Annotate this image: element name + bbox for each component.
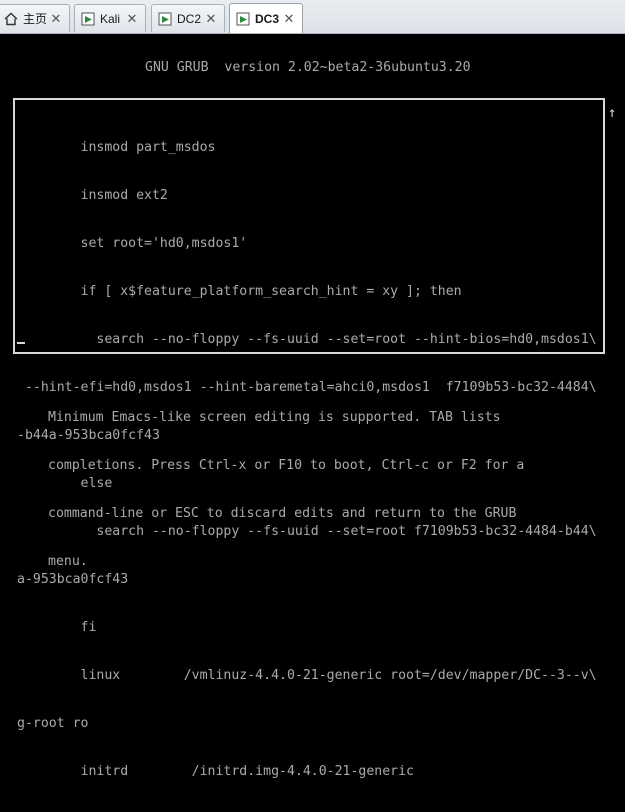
editor-line: linux /vmlinuz-4.4.0-21-generic root=/de… xyxy=(17,668,597,683)
tab-bar: 主页 ✕ Kali ✕ DC2 ✕ DC3 ✕ xyxy=(0,0,625,34)
editor-line: if [ x$feature_platform_search_hint = xy… xyxy=(17,284,462,299)
close-icon[interactable]: ✕ xyxy=(282,11,296,26)
help-line: command-line or ESC to discard edits and… xyxy=(48,506,517,521)
editor-line: fi xyxy=(17,620,97,635)
vm-icon xyxy=(157,11,173,27)
tab-dc3-label: DC3 xyxy=(255,11,280,26)
help-line: Minimum Emacs-like screen editing is sup… xyxy=(48,410,501,425)
tab-home-label: 主页 xyxy=(23,12,48,26)
close-icon[interactable]: ✕ xyxy=(204,11,218,26)
tab-kali[interactable]: Kali ✕ xyxy=(74,4,146,32)
close-icon[interactable]: ✕ xyxy=(49,11,63,26)
editor-line: set root='hd0,msdos1' xyxy=(17,236,248,251)
vm-console[interactable]: GNU GRUB version 2.02~beta2-36ubuntu3.20… xyxy=(0,34,625,779)
grub-help-text: Minimum Emacs-like screen editing is sup… xyxy=(48,378,524,602)
help-line: completions. Press Ctrl-x or F10 to boot… xyxy=(48,458,525,473)
close-icon[interactable]: ✕ xyxy=(125,11,139,26)
grub-header: GNU GRUB version 2.02~beta2-36ubuntu3.20 xyxy=(145,60,471,75)
editor-line: initrd /initrd.img-4.4.0-21-generic xyxy=(17,764,414,779)
home-icon xyxy=(3,11,19,27)
vm-icon xyxy=(80,11,96,27)
text-cursor xyxy=(17,342,25,344)
tab-dc2[interactable]: DC2 ✕ xyxy=(151,4,225,32)
editor-line: insmod part_msdos xyxy=(17,140,216,155)
editor-line: search --no-floppy --fs-uuid --set=root … xyxy=(17,332,597,347)
help-line: menu. xyxy=(48,554,88,569)
tab-kali-label: Kali xyxy=(100,11,121,26)
tab-dc2-label: DC2 xyxy=(177,11,202,26)
vm-icon xyxy=(235,11,251,27)
scroll-up-icon: ↑ xyxy=(608,105,617,121)
editor-line: insmod ext2 xyxy=(17,188,168,203)
grub-editor[interactable]: insmod part_msdos insmod ext2 set root='… xyxy=(13,98,605,779)
tab-home[interactable]: 主页 ✕ xyxy=(0,4,70,32)
tab-dc3[interactable]: DC3 ✕ xyxy=(229,3,303,33)
editor-line: g-root ro xyxy=(17,716,89,731)
